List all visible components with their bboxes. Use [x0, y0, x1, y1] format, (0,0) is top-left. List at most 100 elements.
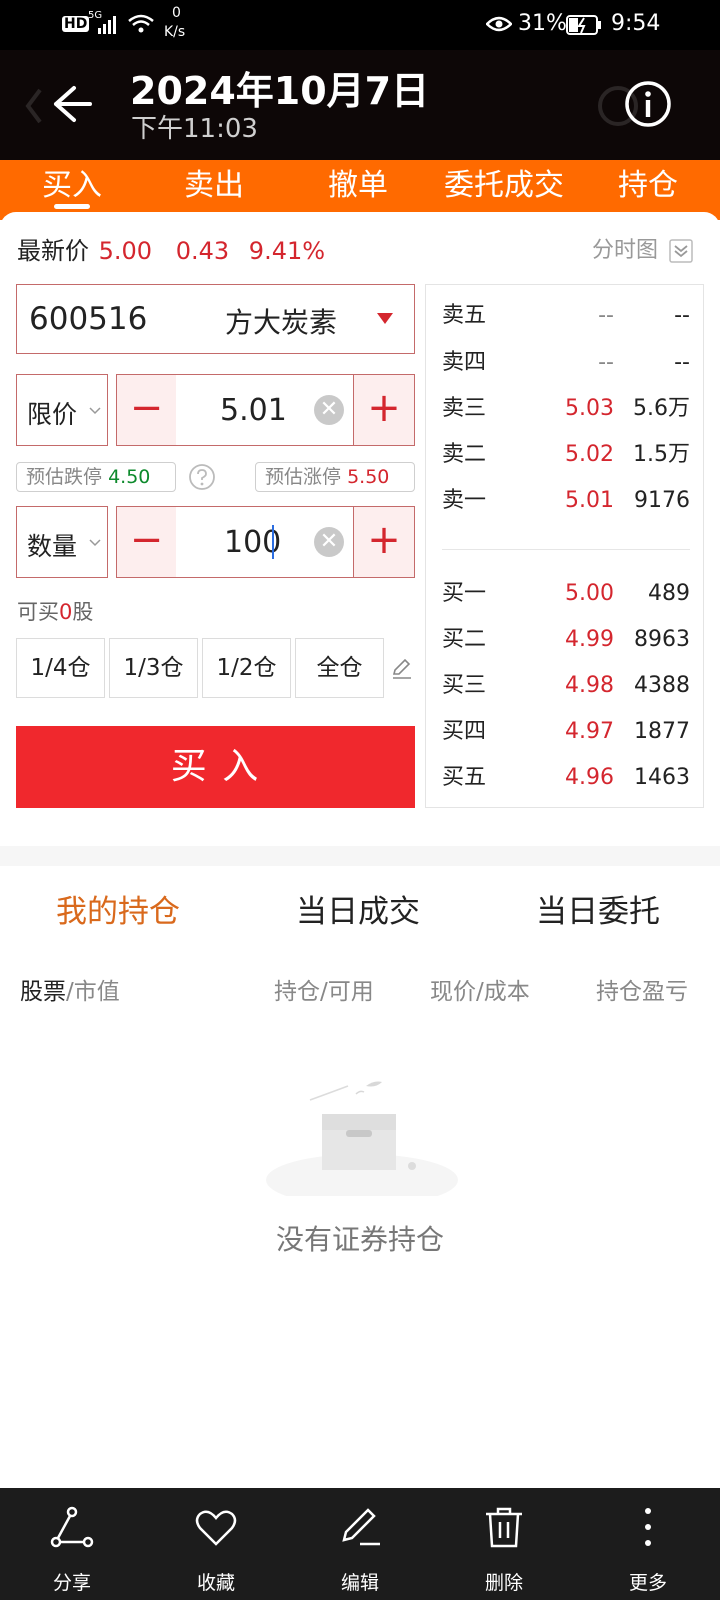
tab-today-trades[interactable]: 当日成交 [296, 888, 420, 936]
full-position-button[interactable]: 全仓 [295, 638, 384, 698]
sell-5-row[interactable]: 卖五 -- -- [442, 301, 690, 331]
photo-date: 2024年10月7日 [130, 69, 430, 113]
level-price: 5.00 [565, 581, 614, 606]
price-type-label: 限价 [27, 400, 78, 429]
wifi-icon [128, 14, 154, 33]
empty-state-text: 没有证券持仓 [275, 1223, 444, 1256]
buy-button[interactable]: 买 入 [16, 726, 415, 808]
col-pnl: 持仓盈亏 [596, 972, 700, 1006]
info-icon[interactable] [624, 80, 672, 128]
stock-name: 方大炭素 [225, 306, 338, 339]
text-cursor [272, 525, 274, 559]
bottom-action-bar: 分享 收藏 编辑 删除 更多 [0, 1488, 720, 1600]
favorite-button[interactable]: 收藏 [144, 1488, 288, 1600]
tab-sell[interactable]: 卖出 [172, 160, 256, 212]
price-input[interactable]: 5.01 ✕ [176, 374, 354, 446]
latest-price: 5.00 [98, 237, 153, 265]
level-volume: 9176 [634, 488, 690, 513]
plus-icon: + [367, 385, 401, 431]
limit-up-chip: 预估涨停 5.50 [255, 462, 415, 492]
dropdown-triangle-icon [377, 313, 393, 324]
edit-icon[interactable] [390, 656, 414, 680]
active-tab-indicator [54, 204, 90, 209]
battery-icon [566, 15, 601, 35]
tab-cancel[interactable]: 撤单 [316, 160, 400, 212]
sell-2-row[interactable]: 卖二 5.02 1.5万 [442, 440, 690, 470]
can-buy-prefix: 可买 [17, 600, 59, 624]
buy-2-row[interactable]: 买二 4.99 8963 [442, 625, 690, 655]
buy-3-row[interactable]: 买三 4.98 4388 [442, 671, 690, 701]
buy-1-row[interactable]: 买一 5.00 489 [442, 579, 690, 609]
level-label: 买五 [442, 765, 487, 790]
third-position-button[interactable]: 1/3仓 [109, 638, 198, 698]
can-buy-count: 0 [59, 600, 73, 624]
sell-4-row[interactable]: 卖四 -- -- [442, 348, 690, 378]
help-icon[interactable] [188, 463, 216, 491]
chart-link-label: 分时图 [592, 238, 659, 263]
level-label: 卖二 [442, 442, 487, 467]
level-volume: 1.5万 [633, 442, 690, 467]
level-label: 买一 [442, 581, 487, 606]
level-price: -- [598, 350, 614, 375]
delete-button[interactable]: 删除 [432, 1488, 576, 1600]
tab-positions[interactable]: 持仓 [606, 160, 690, 212]
level-volume: 5.6万 [633, 396, 690, 421]
price-change: 0.43 [175, 237, 230, 265]
trash-icon [486, 1507, 522, 1548]
quantity-minus-button[interactable]: − [116, 506, 177, 578]
sell-3-row[interactable]: 卖三 5.03 5.6万 [442, 394, 690, 424]
price-value: 5.01 [220, 393, 287, 428]
buy-4-row[interactable]: 买四 4.97 1877 [442, 717, 690, 747]
sell-1-row[interactable]: 卖一 5.01 9176 [442, 486, 690, 516]
quantity-plus-button[interactable]: + [353, 506, 415, 578]
level-volume: 1463 [634, 765, 690, 790]
tab-my-positions[interactable]: 我的持仓 [56, 888, 180, 936]
col-hold: 持仓/可用 [274, 979, 374, 1005]
buy-button-label: 买 入 [170, 746, 261, 787]
level-volume: -- [674, 303, 690, 328]
heart-icon [195, 1510, 237, 1546]
battery-percent: 31% [518, 11, 567, 36]
price-type-select[interactable]: 限价 [16, 374, 108, 446]
signal-icon [98, 16, 116, 34]
section-separator [0, 846, 720, 866]
tab-orders[interactable]: 委托成交 [436, 160, 572, 212]
level-volume: 489 [648, 581, 690, 606]
col-stock: 股票/市值 [20, 972, 120, 1006]
favorite-label: 收藏 [196, 1572, 235, 1594]
quantity-type-label: 数量 [27, 532, 78, 561]
chevron-down-icon [89, 407, 101, 415]
minus-icon: − [129, 517, 164, 563]
level-price: 4.98 [565, 673, 614, 698]
quantity-input[interactable]: 100 ✕ [176, 506, 354, 578]
back-arrow-icon[interactable] [50, 82, 94, 126]
level-label: 买三 [442, 673, 487, 698]
quarter-position-button[interactable]: 1/4仓 [16, 638, 105, 698]
quantity-type-select[interactable]: 数量 [16, 506, 108, 578]
chart-link[interactable]: 分时图 [592, 234, 693, 268]
level-price: 5.03 [565, 396, 614, 421]
share-label: 分享 [52, 1572, 91, 1594]
level-price: 4.99 [565, 627, 614, 652]
chevron-down-icon [89, 539, 101, 547]
buy-5-row[interactable]: 买五 4.96 1463 [442, 763, 690, 793]
tab-today-orders[interactable]: 当日委托 [536, 888, 660, 936]
level-label: 卖一 [442, 488, 487, 513]
hd-indicator: HD [62, 16, 90, 32]
price-minus-button[interactable]: − [116, 374, 177, 446]
price-plus-button[interactable]: + [353, 374, 415, 446]
share-button[interactable]: 分享 [0, 1488, 144, 1600]
col-price: 现价/成本 [430, 979, 530, 1005]
delete-label: 删除 [484, 1572, 523, 1594]
more-button[interactable]: 更多 [576, 1488, 720, 1600]
stock-selector[interactable]: 600516 方大炭素 [16, 284, 415, 354]
more-icon [645, 1508, 651, 1546]
clear-price-icon[interactable]: ✕ [314, 395, 344, 425]
level-label: 卖四 [442, 350, 487, 375]
quote-line: 最新价 5.00 0.43 9.41% [17, 234, 325, 268]
clear-quantity-icon[interactable]: ✕ [314, 527, 344, 557]
half-position-button[interactable]: 1/2仓 [202, 638, 291, 698]
level-volume: 8963 [634, 627, 690, 652]
empty-box-illustration [266, 1081, 458, 1196]
edit-button[interactable]: 编辑 [288, 1488, 432, 1600]
